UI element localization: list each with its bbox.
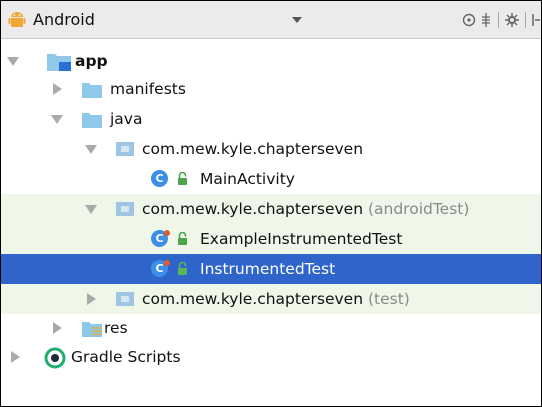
tree-item-java[interactable]: java (1, 104, 541, 134)
source-folder-icon (82, 113, 102, 128)
expand-arrow-icon[interactable] (53, 83, 62, 95)
lock-icon (178, 172, 187, 185)
collapse-icon[interactable] (479, 12, 493, 28)
source-set-suffix: (test) (367, 290, 410, 308)
class-icon: C (151, 170, 168, 187)
tree-item-gradle-scripts[interactable]: Gradle Scripts (1, 342, 541, 372)
hide-icon[interactable] (531, 12, 541, 28)
package-name: com.mew.kyle.chapterseven (142, 290, 364, 308)
tree-item-label: app (75, 52, 108, 70)
package-icon (116, 142, 134, 156)
tree-item-label: ExampleInstrumentedTest (200, 230, 403, 248)
tree-item-label: com.mew.kyle.chapterseven (142, 140, 364, 158)
expand-arrow-icon[interactable] (85, 145, 97, 154)
toolbar-divider (525, 12, 526, 28)
tree-item-label: com.mew.kyle.chapterseven (androidTest) (142, 194, 469, 224)
tree-item-label: java (110, 110, 143, 128)
tree-item-app[interactable]: app (1, 46, 541, 76)
project-tool-window: Android app manifests java com.mew.kyle.… (0, 0, 542, 407)
test-run-badge-icon (164, 260, 170, 266)
tree-item-label: res (104, 319, 128, 337)
tree-item-label: manifests (110, 80, 186, 98)
test-run-badge-icon (164, 230, 170, 236)
lock-icon (178, 262, 187, 275)
tree-item-label: InstrumentedTest (200, 260, 336, 278)
expand-arrow-icon[interactable] (87, 293, 96, 305)
package-icon (116, 292, 134, 306)
source-set-suffix: (androidTest) (367, 200, 470, 218)
settings-icon[interactable] (504, 12, 520, 28)
folder-icon (82, 83, 102, 98)
expand-arrow-icon[interactable] (11, 351, 20, 363)
tree-item-main-activity[interactable]: C MainActivity (1, 164, 541, 194)
tree-item-label: Gradle Scripts (71, 348, 181, 366)
tree-item-manifests[interactable]: manifests (1, 74, 541, 104)
android-icon (8, 12, 26, 27)
lock-icon (178, 232, 187, 245)
expand-arrow-icon[interactable] (51, 115, 63, 124)
package-icon (116, 202, 134, 216)
view-selector-label[interactable]: Android (33, 10, 95, 30)
tree-item-package-main[interactable]: com.mew.kyle.chapterseven (1, 134, 541, 164)
tree-item-label: MainActivity (200, 170, 295, 188)
toolbar-divider (498, 12, 499, 28)
tree-item-package-android-test[interactable]: com.mew.kyle.chapterseven (androidTest) (1, 194, 541, 224)
tree-item-example-instrumented-test[interactable]: C ExampleInstrumentedTest (1, 224, 541, 254)
gradle-icon (44, 347, 66, 369)
module-folder-icon (47, 54, 71, 71)
scope-icon[interactable] (461, 12, 477, 28)
tree-item-instrumented-test[interactable]: C InstrumentedTest (1, 254, 541, 284)
project-toolbar: Android (1, 1, 541, 39)
expand-arrow-icon[interactable] (7, 57, 19, 66)
toolbar-actions (461, 10, 541, 30)
tree-item-res[interactable]: res (1, 313, 541, 343)
package-name: com.mew.kyle.chapterseven (142, 200, 364, 218)
tree-item-package-test[interactable]: com.mew.kyle.chapterseven (test) (1, 284, 541, 314)
expand-arrow-icon[interactable] (85, 205, 97, 214)
expand-arrow-icon[interactable] (53, 322, 62, 334)
resource-folder-icon (82, 322, 102, 337)
dropdown-arrow-icon[interactable] (292, 17, 302, 23)
tree-item-label: com.mew.kyle.chapterseven (test) (142, 284, 410, 314)
